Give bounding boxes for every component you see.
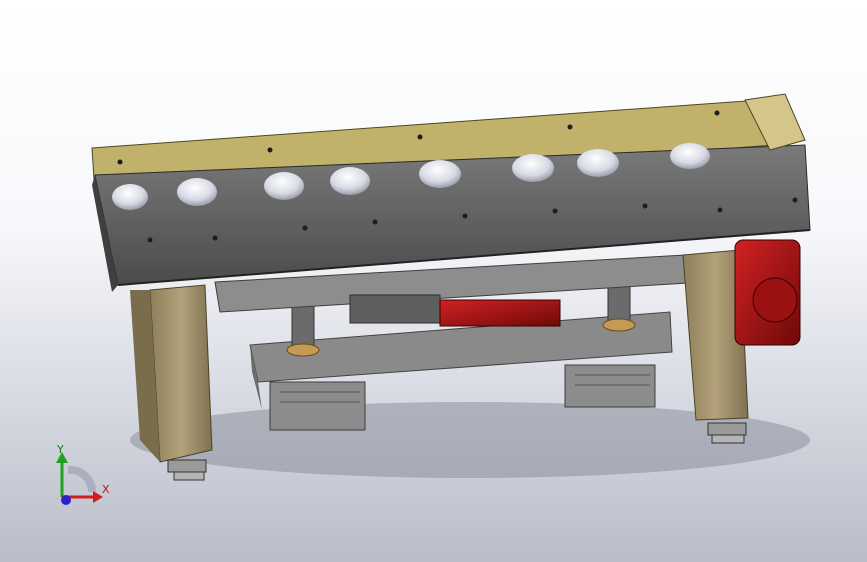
triad-plane-arc xyxy=(67,465,97,493)
triad-x-label: X xyxy=(102,483,110,496)
drive-unit xyxy=(439,299,561,327)
triad-y-label: Y xyxy=(57,443,64,456)
gear-motor xyxy=(734,239,801,346)
triad-origin xyxy=(61,495,71,505)
machine-assembly-model[interactable] xyxy=(0,0,867,562)
cad-viewport[interactable]: Y X xyxy=(0,0,867,562)
coordinate-triad xyxy=(56,452,103,505)
